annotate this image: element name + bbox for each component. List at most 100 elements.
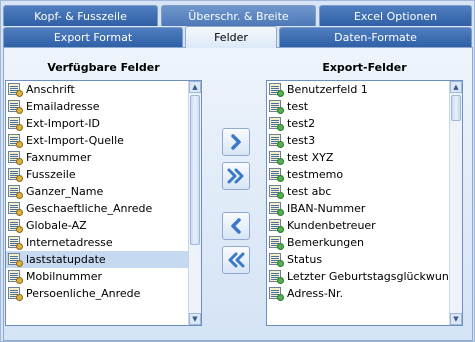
tab-label: Excel Optionen	[353, 9, 438, 23]
available-fields-title: Verfügbare Felder	[47, 61, 160, 74]
available-scrollbar[interactable]: ▲ ▼	[188, 81, 201, 325]
tab-label: Überschr. & Breite	[188, 9, 289, 23]
list-item-label: Kundenbetreuer	[287, 219, 376, 232]
list-item[interactable]: Internetadresse	[6, 234, 188, 251]
list-item[interactable]: test	[267, 98, 449, 115]
list-item[interactable]: Ext-Import-Quelle	[6, 132, 188, 149]
list-item[interactable]: Fusszeile	[6, 166, 188, 183]
list-item-label: Faxnummer	[26, 151, 92, 164]
field-icon	[269, 117, 284, 131]
export-fields-items: Benutzerfeld 1 test test2 test3 test XYZ test…	[267, 81, 462, 302]
add-field-button[interactable]	[222, 128, 250, 156]
field-icon	[269, 219, 284, 233]
list-item[interactable]: Anschrift	[6, 81, 188, 98]
tab-label: Kopf- & Fusszeile	[34, 9, 127, 23]
scroll-thumb[interactable]	[451, 95, 461, 121]
list-item[interactable]: test3	[267, 132, 449, 149]
add-all-fields-button[interactable]	[222, 162, 250, 190]
list-item[interactable]: Ganzer_Name	[6, 183, 188, 200]
field-icon	[8, 168, 23, 182]
list-item-label: Bemerkungen	[287, 236, 365, 249]
list-item[interactable]: test2	[267, 115, 449, 132]
field-icon	[8, 219, 23, 233]
field-icon	[269, 134, 284, 148]
export-fields-title: Export-Felder	[322, 61, 407, 74]
field-icon	[269, 100, 284, 114]
list-item[interactable]: Status	[267, 251, 449, 268]
tab-excel-optionen[interactable]: Excel Optionen	[319, 5, 472, 26]
list-item[interactable]: test XYZ	[267, 149, 449, 166]
list-item-label: test XYZ	[287, 151, 334, 164]
scroll-down-icon[interactable]: ▼	[189, 313, 201, 325]
list-item-label: test2	[287, 117, 316, 130]
list-item[interactable]: Benutzerfeld 1	[267, 81, 449, 98]
list-item-label: Letzter Geburtstagsglückwunsch	[287, 270, 463, 283]
list-item-label: Globale-AZ	[26, 219, 87, 232]
list-item-label: Geschaeftliche_Anrede	[26, 202, 153, 215]
export-scrollbar[interactable]: ▲ ▼	[449, 81, 462, 325]
remove-all-fields-button[interactable]	[222, 246, 250, 274]
field-icon	[269, 151, 284, 165]
tab-felder[interactable]: Felder	[185, 26, 277, 48]
chevron-right-icon	[231, 134, 241, 150]
list-item-label: laststatupdate	[26, 253, 106, 266]
list-item[interactable]: testmemo	[267, 166, 449, 183]
scroll-down-icon[interactable]: ▼	[450, 313, 462, 325]
tab-label: Export Format	[53, 31, 133, 44]
field-icon	[8, 287, 23, 301]
list-item-label: Persoenliche_Anrede	[26, 287, 141, 300]
field-icon	[8, 151, 23, 165]
list-item-label: Adress-Nr.	[287, 287, 344, 300]
field-icon	[8, 117, 23, 131]
field-icon	[8, 100, 23, 114]
tab-label: Felder	[214, 31, 248, 44]
double-chevron-right-icon	[227, 168, 244, 184]
field-icon	[8, 236, 23, 250]
double-chevron-left-icon	[228, 252, 245, 268]
tab-kopf-fusszeile[interactable]: Kopf- & Fusszeile	[3, 5, 158, 26]
list-item[interactable]: Adress-Nr.	[267, 285, 449, 302]
scroll-up-icon[interactable]: ▲	[189, 81, 201, 93]
list-item[interactable]: Letzter Geburtstagsglückwunsch	[267, 268, 462, 285]
list-item[interactable]: Persoenliche_Anrede	[6, 285, 188, 302]
field-icon	[269, 287, 284, 301]
list-item-label: Anschrift	[26, 83, 75, 96]
list-item-label: Status	[287, 253, 323, 266]
list-item[interactable]: Emailadresse	[6, 98, 188, 115]
remove-field-button[interactable]	[222, 212, 250, 240]
list-item[interactable]: Bemerkungen	[267, 234, 449, 251]
list-item[interactable]: Globale-AZ	[6, 217, 188, 234]
field-icon	[269, 253, 284, 267]
list-item[interactable]: Ext-Import-ID	[6, 115, 188, 132]
list-item[interactable]: Mobilnummer	[6, 268, 188, 285]
list-item[interactable]: Faxnummer	[6, 149, 188, 166]
field-icon	[8, 134, 23, 148]
export-fields-list[interactable]: Benutzerfeld 1 test test2 test3 test XYZ test…	[266, 80, 463, 326]
field-icon	[269, 83, 284, 97]
list-item[interactable]: test abc	[267, 183, 449, 200]
list-item-label: Emailadresse	[26, 100, 100, 113]
list-item-label: Ganzer_Name	[26, 185, 104, 198]
list-item-label: Benutzerfeld 1	[287, 83, 368, 96]
list-item[interactable]: Geschaeftliche_Anrede	[6, 200, 188, 217]
chevron-left-icon	[231, 218, 241, 234]
list-item-label: Fusszeile	[26, 168, 76, 181]
tab-export-format[interactable]: Export Format	[3, 27, 183, 47]
scroll-up-icon[interactable]: ▲	[450, 81, 462, 93]
list-item[interactable]: Kundenbetreuer	[267, 217, 449, 234]
tab-daten-formate[interactable]: Daten-Formate	[279, 27, 472, 47]
list-item-label: test3	[287, 134, 316, 147]
scroll-thumb[interactable]	[190, 95, 200, 245]
list-item-label: Mobilnummer	[26, 270, 102, 283]
list-item[interactable]: IBAN-Nummer	[267, 200, 449, 217]
list-item[interactable]: laststatupdate	[6, 251, 188, 268]
field-icon	[269, 236, 284, 250]
tab-ueberschr-breite[interactable]: Überschr. & Breite	[161, 5, 316, 26]
field-icon	[269, 185, 284, 199]
field-icon	[269, 270, 284, 284]
list-item-label: test abc	[287, 185, 332, 198]
list-item-label: Internetadresse	[26, 236, 113, 249]
available-fields-items: Anschrift Emailadresse Ext-Import-ID Ext-Im…	[6, 81, 188, 302]
available-fields-list[interactable]: Anschrift Emailadresse Ext-Import-ID Ext-Im…	[5, 80, 202, 326]
list-item-label: testmemo	[287, 168, 344, 181]
